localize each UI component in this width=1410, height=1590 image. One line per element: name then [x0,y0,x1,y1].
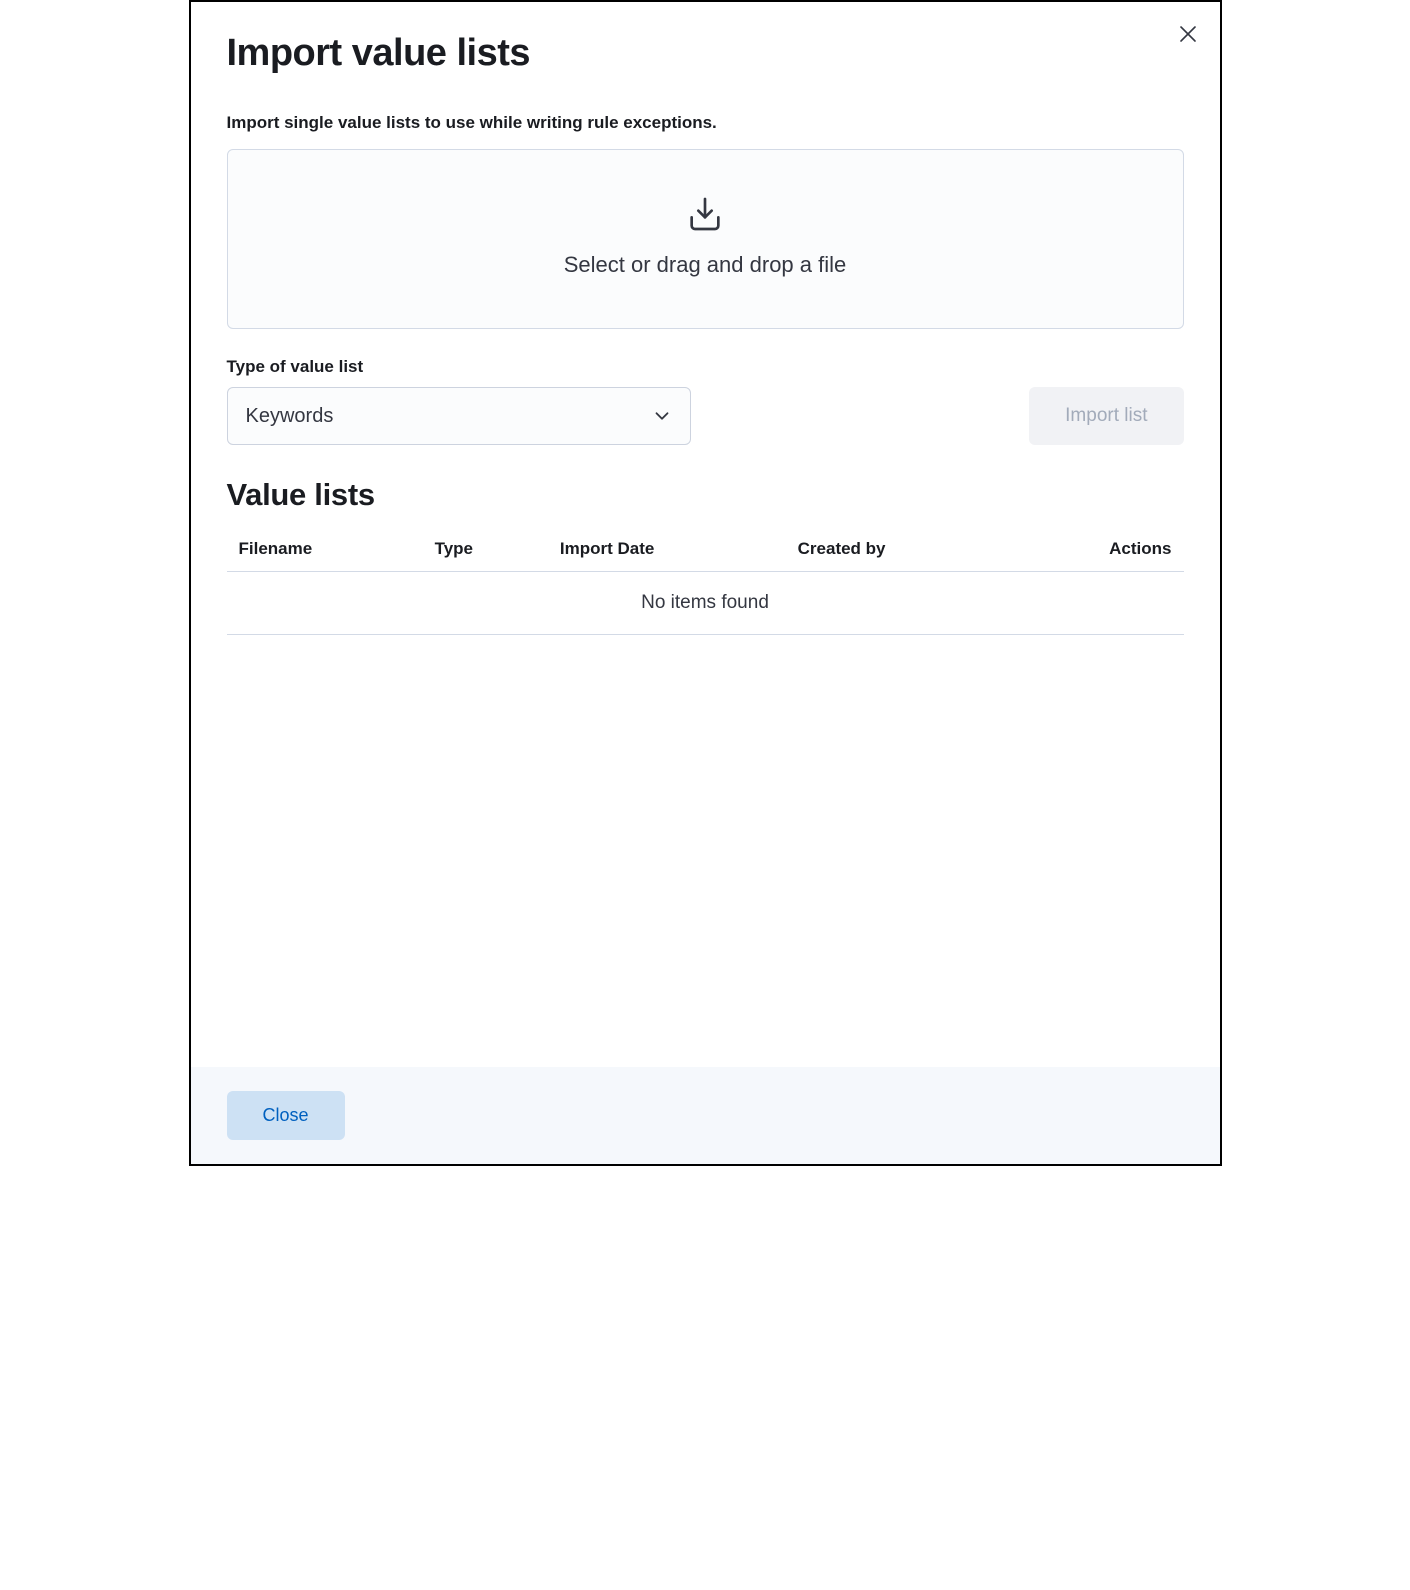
value-lists-heading: Value lists [227,477,1184,513]
type-label: Type of value list [227,357,691,377]
col-import-date[interactable]: Import Date [548,529,786,572]
table-empty-row: No items found [227,572,1184,635]
dropzone-text: Select or drag and drop a file [564,252,847,278]
import-list-button[interactable]: Import list [1029,387,1183,445]
table-header-row: Filename Type Import Date Created by Act… [227,529,1184,572]
file-dropzone[interactable]: Select or drag and drop a file [227,149,1184,329]
close-icon[interactable] [1176,22,1200,46]
type-form-row: Type of value list Keywords Import list [227,357,1184,445]
type-select[interactable]: Keywords [227,387,691,445]
modal-footer: Close [191,1067,1220,1164]
col-actions: Actions [1010,529,1183,572]
type-select-value: Keywords [246,405,334,428]
empty-message: No items found [227,572,1184,635]
value-lists-table: Filename Type Import Date Created by Act… [227,529,1184,635]
page-title: Import value lists [227,32,1184,75]
page-subtitle: Import single value lists to use while w… [227,113,1184,133]
col-created-by[interactable]: Created by [786,529,1011,572]
col-filename[interactable]: Filename [227,529,423,572]
import-value-lists-modal: Import value lists Import single value l… [189,0,1222,1166]
type-field-group: Type of value list Keywords [227,357,691,445]
type-select-wrap: Keywords [227,387,691,445]
close-button[interactable]: Close [227,1091,345,1140]
modal-content: Import value lists Import single value l… [191,2,1220,1067]
col-type[interactable]: Type [423,529,548,572]
import-icon [685,194,725,234]
